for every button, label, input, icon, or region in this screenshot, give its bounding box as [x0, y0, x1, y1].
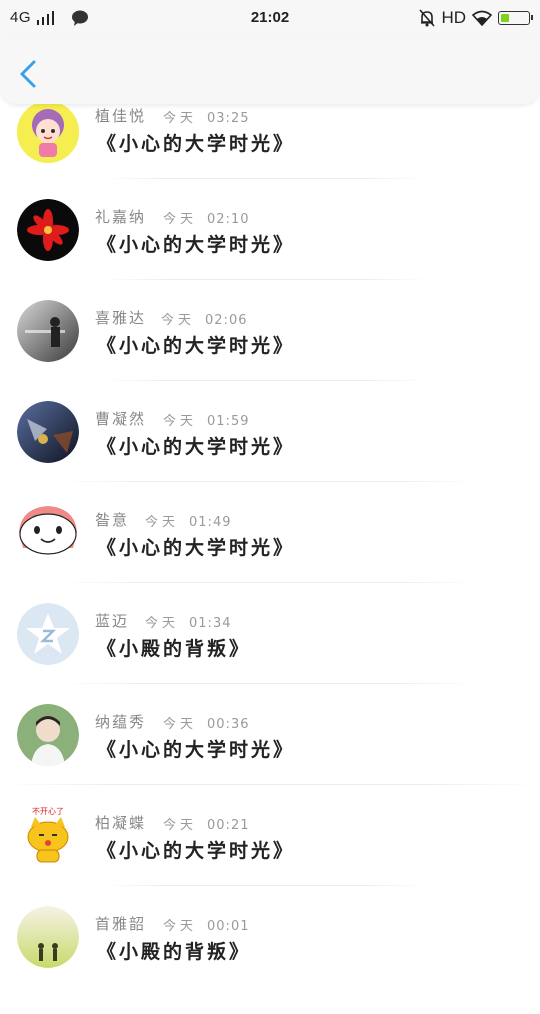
avatar[interactable]: [17, 906, 79, 968]
list-item[interactable]: 昝意 今天 01:49 《小心的大学时光》: [0, 506, 540, 610]
divider: [100, 279, 430, 280]
divider: [60, 683, 480, 684]
sender-name: 植佳悦: [95, 107, 147, 125]
divider: [100, 380, 430, 381]
avatar[interactable]: [17, 101, 79, 163]
message-title: 《小心的大学时光》: [97, 537, 296, 559]
message-title: 《小心的大学时光》: [97, 133, 296, 155]
back-button[interactable]: [14, 58, 44, 90]
divider: [60, 582, 480, 583]
divider: [100, 885, 430, 886]
avatar[interactable]: [17, 502, 79, 564]
sender-name: 蓝迈: [95, 612, 130, 630]
list-item[interactable]: 纳蕴秀 今天 00:36 《小心的大学时光》: [0, 704, 540, 812]
status-bar: 4G 21:02 HD: [0, 0, 540, 38]
message-title: 《小殿的背叛》: [97, 638, 252, 660]
svg-text:不开心了: 不开心了: [32, 807, 64, 816]
hd-label: HD: [441, 8, 466, 27]
message-time: 今天 02:10: [163, 212, 250, 227]
top-nav-bar: [0, 38, 540, 104]
message-time: 今天 01:49: [145, 515, 232, 530]
battery-icon: [498, 11, 533, 25]
message-title: 《小心的大学时光》: [97, 739, 296, 761]
list-item[interactable]: 曹凝然 今天 01:59 《小心的大学时光》: [0, 401, 540, 509]
list-item[interactable]: 首雅韶 今天 00:01 《小殿的背叛》: [0, 906, 540, 1014]
wifi-icon: [472, 10, 492, 26]
avatar[interactable]: [17, 300, 79, 362]
divider: [0, 784, 540, 785]
message-title: 《小心的大学时光》: [97, 234, 296, 256]
list-item[interactable]: 喜雅达 今天 02:06 《小心的大学时光》: [0, 300, 540, 408]
divider: [60, 481, 480, 482]
message-time: 今天 02:06: [161, 313, 248, 328]
avatar[interactable]: [17, 704, 79, 766]
message-title: 《小心的大学时光》: [97, 840, 296, 862]
list-item[interactable]: 蓝迈 今天 01:34 《小殿的背叛》: [0, 603, 540, 711]
sender-name: 柏凝蝶: [95, 814, 147, 832]
message-time: 今天 01:59: [163, 414, 250, 429]
avatar[interactable]: [17, 199, 79, 261]
sender-name: 纳蕴秀: [95, 713, 147, 731]
message-time: 今天 00:36: [163, 717, 250, 732]
list-item[interactable]: 不开心了 柏凝蝶 今天 00:21 《小心的大学时光》: [0, 805, 540, 913]
sender-name: 礼嘉纳: [95, 208, 147, 226]
sender-name: 首雅韶: [95, 915, 147, 933]
chevron-left-icon: [20, 60, 36, 88]
mute-bell-icon: [419, 9, 436, 27]
sender-name: 喜雅达: [95, 309, 147, 327]
list-item[interactable]: 植佳悦 今天 03:25 《小心的大学时光》: [0, 101, 540, 206]
message-time: 今天 03:25: [163, 111, 250, 126]
message-title: 《小心的大学时光》: [97, 436, 296, 458]
sender-name: 曹凝然: [95, 410, 147, 428]
message-time: 今天 00:01: [163, 919, 250, 934]
avatar[interactable]: [17, 603, 79, 665]
message-title: 《小心的大学时光》: [97, 335, 296, 357]
list-item[interactable]: 礼嘉纳 今天 02:10 《小心的大学时光》: [0, 199, 540, 307]
sender-name: 昝意: [95, 511, 130, 529]
divider: [100, 178, 430, 179]
avatar[interactable]: 不开心了: [17, 805, 79, 867]
message-time: 今天 01:34: [145, 616, 232, 631]
avatar[interactable]: [17, 401, 79, 463]
message-time: 今天 00:21: [163, 818, 250, 833]
